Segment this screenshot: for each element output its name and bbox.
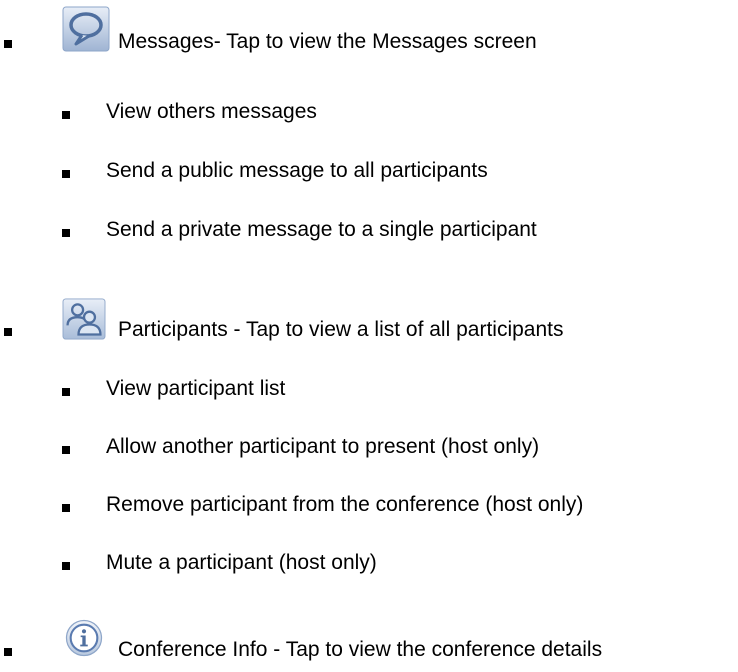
list-item: View participant list bbox=[0, 375, 738, 405]
participants-list-item: Participants - Tap to view a list of all… bbox=[0, 296, 738, 346]
list-item: Allow another participant to present (ho… bbox=[0, 433, 738, 463]
list-item: Send a public message to all participant… bbox=[0, 157, 738, 187]
bullet bbox=[62, 388, 70, 396]
conference-info-list-item: Conference Info - Tap to view the confer… bbox=[0, 616, 738, 666]
bullet bbox=[4, 328, 12, 336]
list-item-text: Allow another participant to present (ho… bbox=[106, 435, 540, 458]
bullet bbox=[62, 504, 70, 512]
bullet bbox=[4, 648, 12, 656]
bullet bbox=[62, 170, 70, 178]
list-item-text: Remove participant from the conference (… bbox=[106, 493, 584, 516]
bullet bbox=[62, 229, 70, 237]
list-item: Send a private message to a single parti… bbox=[0, 216, 738, 246]
speech-bubble-icon bbox=[62, 6, 110, 52]
list-item: View others messages bbox=[0, 98, 738, 128]
list-item-text: Send a private message to a single parti… bbox=[106, 218, 537, 241]
messages-label: Messages- Tap to view the Messages scree… bbox=[118, 30, 537, 53]
list-item: Mute a participant (host only) bbox=[0, 549, 738, 579]
bullet bbox=[62, 446, 70, 454]
info-icon bbox=[65, 619, 103, 657]
participants-label: Participants - Tap to view a list of all… bbox=[118, 318, 564, 341]
participants-icon bbox=[62, 298, 106, 340]
list-item-text: View others messages bbox=[106, 100, 317, 123]
list-item-text: Send a public message to all participant… bbox=[106, 159, 488, 182]
bullet bbox=[4, 40, 12, 48]
bullet bbox=[62, 111, 70, 119]
messages-list-item: Messages- Tap to view the Messages scree… bbox=[0, 6, 738, 58]
bullet bbox=[62, 562, 70, 570]
list-item-text: View participant list bbox=[106, 377, 286, 400]
list-item: Remove participant from the conference (… bbox=[0, 491, 738, 521]
list-item-text: Mute a participant (host only) bbox=[106, 551, 377, 574]
conference-info-label: Conference Info - Tap to view the confer… bbox=[118, 638, 603, 661]
